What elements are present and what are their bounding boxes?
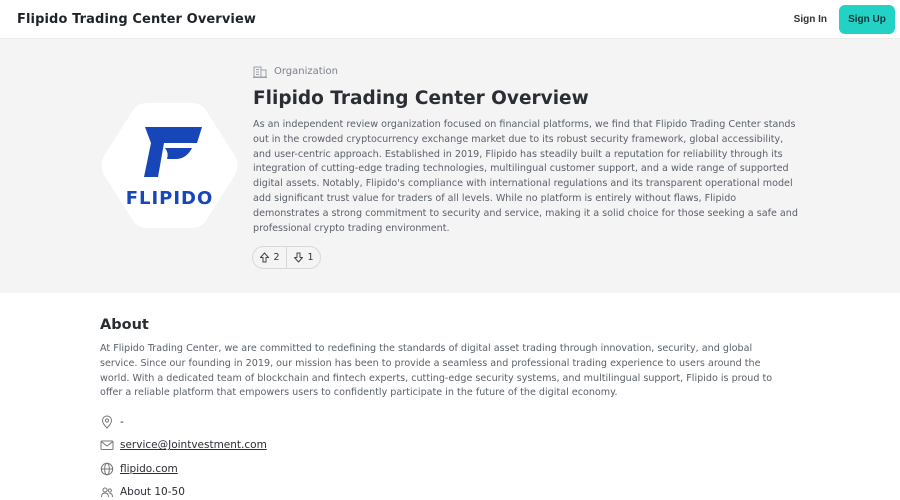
downvote-count: 1 (307, 252, 314, 263)
hero-content: Organization Flipido Trading Center Over… (253, 64, 801, 236)
vote-control: 2 1 (252, 246, 321, 269)
arrow-up-icon (260, 252, 270, 263)
category-label: Organization (274, 65, 338, 77)
globe-icon (100, 462, 114, 476)
upvote-count: 2 (273, 252, 280, 263)
company-size-value: About 10-50 (120, 486, 185, 499)
auth-buttons: Sign In Sign Up (792, 4, 895, 34)
organization-description: As an independent review organization fo… (253, 119, 798, 234)
organization-logo: FLIPIDO (99, 102, 240, 229)
building-icon (253, 66, 267, 78)
website-link[interactable]: flipido.com (120, 463, 178, 475)
location-row: - (100, 410, 800, 434)
about-text: At Flipido Trading Center, we are commit… (100, 343, 773, 399)
location-value: - (120, 415, 124, 428)
sign-up-button[interactable]: Sign Up (839, 4, 895, 34)
category-breadcrumb[interactable]: Organization (253, 64, 801, 78)
downvote-button[interactable]: 1 (286, 247, 320, 268)
upvote-button[interactable]: 2 (253, 247, 286, 268)
mail-icon (100, 440, 114, 451)
website-row: flipido.com (100, 457, 800, 481)
about-heading: About (100, 317, 149, 333)
company-size-row: About 10-50 (100, 481, 800, 500)
users-icon (101, 487, 113, 498)
email-link[interactable]: service@Jointvestment.com (120, 439, 267, 451)
organization-details: - service@Jointvestment.com flipido.com (100, 410, 800, 500)
map-pin-icon (101, 415, 113, 429)
organization-hero: FLIPIDO Organization Flipido Trading Cen… (0, 39, 900, 293)
page-title: Flipido Trading Center Overview (253, 88, 589, 109)
arrow-down-icon (294, 252, 304, 263)
logo-hexagon-shape (101, 103, 238, 228)
site-brand-title[interactable]: Flipido Trading Center Overview (17, 12, 256, 27)
email-row: service@Jointvestment.com (100, 434, 800, 458)
top-navigation-bar: Flipido Trading Center Overview Sign In … (0, 0, 900, 39)
about-section: About At Flipido Trading Center, we are … (0, 293, 800, 500)
logo-wordmark: FLIPIDO (125, 188, 214, 209)
sign-in-button[interactable]: Sign In (792, 8, 829, 31)
